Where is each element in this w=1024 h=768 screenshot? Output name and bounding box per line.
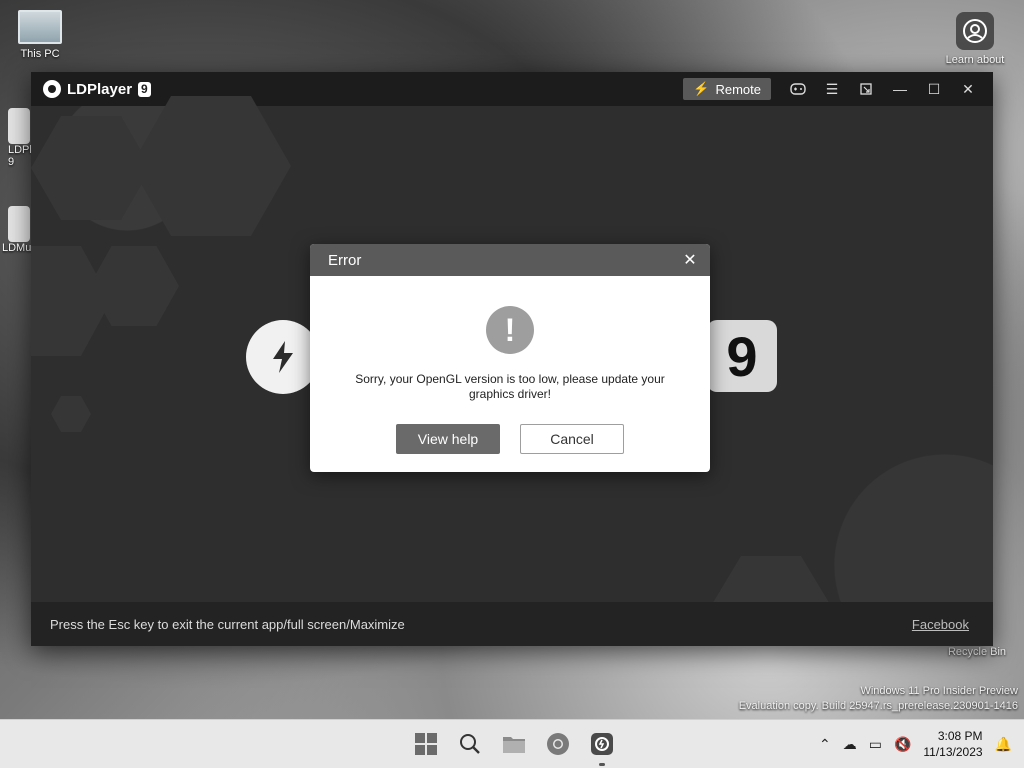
taskbar: ⌃ ☁ ▭ 🔇 3:08 PM 11/13/2023 🔔: [0, 719, 1024, 768]
ldplayer-logo-icon: [246, 320, 320, 394]
close-icon[interactable]: ✕: [951, 72, 985, 106]
lightning-icon: ⚡: [693, 81, 710, 96]
error-dialog: Error ✕ ! Sorry, your OpenGL version is …: [310, 244, 710, 472]
start-button[interactable]: [410, 728, 442, 760]
restore-layout-icon[interactable]: [849, 72, 883, 106]
app-brand: LDPlayer 9: [43, 80, 151, 98]
file-explorer-icon[interactable]: [498, 728, 530, 760]
gamepad-icon[interactable]: [781, 72, 815, 106]
clock[interactable]: 3:08 PM 11/13/2023: [923, 728, 982, 760]
status-bar: Press the Esc key to exit the current ap…: [31, 602, 993, 646]
dialog-title: Error: [328, 251, 362, 269]
desktop-icon-learn-about[interactable]: Learn about: [940, 12, 1010, 76]
close-icon[interactable]: ✕: [680, 250, 700, 270]
system-tray: ⌃ ☁ ▭ 🔇 3:08 PM 11/13/2023 🔔: [819, 720, 1012, 768]
app-title: LDPlayer: [67, 80, 133, 98]
ldplayer-logo-icon: [43, 80, 61, 98]
clock-date: 11/13/2023: [923, 745, 983, 759]
remote-label: Remote: [715, 81, 761, 97]
maximize-icon[interactable]: ☐: [917, 72, 951, 106]
watermark-line: Windows 11 Pro Insider Preview: [860, 685, 1018, 697]
menu-icon[interactable]: ☰: [815, 72, 849, 106]
watermark-line: Evaluation copy. Build 25947.rs_prerelea…: [738, 700, 1018, 712]
dialog-header: Error ✕: [310, 244, 710, 276]
user-circle-icon: [956, 12, 994, 50]
view-help-button[interactable]: View help: [396, 424, 500, 454]
search-icon[interactable]: [454, 728, 486, 760]
desktop-shortcut-ldmultiplayer[interactable]: LDMultiPlayer: [2, 206, 32, 268]
computer-icon: [18, 10, 62, 44]
desktop-icon-label: Learn about: [945, 54, 1005, 66]
cancel-button[interactable]: Cancel: [520, 424, 624, 454]
warning-icon: !: [486, 306, 534, 354]
network-icon[interactable]: ▭: [869, 736, 882, 753]
error-message: Sorry, your OpenGL version is too low, p…: [355, 372, 665, 401]
background-hexagon: [131, 96, 291, 236]
remote-button[interactable]: ⚡ Remote: [683, 78, 771, 100]
desktop-icon-label: This PC: [20, 48, 60, 60]
dialog-buttons: View help Cancel: [310, 424, 710, 454]
clock-time: 3:08 PM: [937, 729, 983, 743]
cloud-offline-icon[interactable]: ☁: [843, 736, 857, 753]
background-hexagon: [51, 396, 91, 432]
ldplayer-app-icon: [8, 108, 30, 144]
desktop-icon-label: LDMultiPlayer: [2, 242, 32, 254]
version-badge: 9: [138, 81, 151, 97]
desktop-shortcut-ldplayer[interactable]: LDPlayer 9: [8, 108, 32, 168]
desktop-icon-recycle-bin[interactable]: Recycle Bin: [940, 646, 1014, 658]
desktop-icon-this-pc[interactable]: This PC: [14, 10, 66, 60]
windows-logo-icon: [415, 733, 437, 755]
desktop-icon-label: Recycle Bin: [947, 646, 1007, 658]
facebook-link[interactable]: Facebook: [912, 617, 969, 632]
chevron-up-icon[interactable]: ⌃: [819, 736, 831, 753]
status-text: Press the Esc key to exit the current ap…: [50, 616, 405, 632]
taskbar-apps: [410, 728, 618, 766]
desktop-icon-label: LDPlayer 9: [8, 144, 32, 168]
ldplayer-taskbar-icon[interactable]: [586, 728, 618, 766]
ldmultiplayer-app-icon: [8, 206, 30, 242]
logo-version-badge: 9: [707, 320, 777, 392]
chrome-browser-icon[interactable]: [542, 728, 574, 760]
minimize-icon[interactable]: —: [883, 72, 917, 106]
notification-bell-icon[interactable]: 🔔: [995, 736, 1012, 753]
windows-watermark: Windows 11 Pro Insider Preview Evaluatio…: [739, 684, 1018, 714]
volume-muted-icon[interactable]: 🔇: [894, 736, 911, 753]
